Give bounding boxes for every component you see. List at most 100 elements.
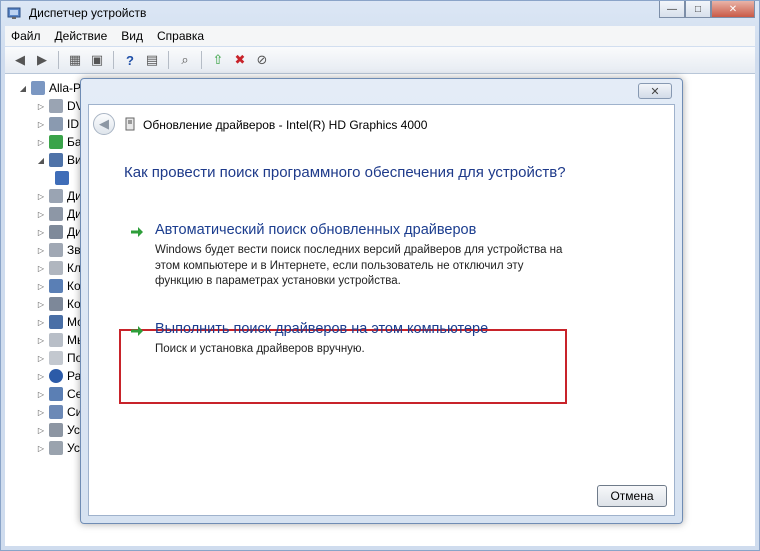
close-button[interactable]: ✕ [711, 1, 755, 18]
tree-item[interactable]: ▷ Се [37, 385, 82, 403]
tree-item[interactable]: ◢ Ви [37, 151, 82, 169]
toolbar-separator [201, 51, 202, 69]
help-icon[interactable]: ? [121, 51, 139, 69]
expand-icon[interactable]: ▷ [37, 336, 45, 345]
option-browse-computer[interactable]: Выполнить поиск драйверов на этом компью… [129, 321, 539, 361]
tree-item[interactable]: ▷ Ра [37, 367, 81, 385]
tree-item[interactable]: ▷ Кл [37, 259, 81, 277]
graphics-card-icon [125, 117, 135, 131]
expand-icon[interactable]: ▷ [37, 300, 45, 309]
tree-item[interactable] [55, 169, 73, 187]
expand-icon[interactable]: ▷ [37, 264, 45, 273]
forward-arrow-icon[interactable]: ▶ [33, 51, 51, 69]
tree-item[interactable]: ▷ Мо [37, 313, 84, 331]
computer-icon [49, 279, 63, 293]
expand-icon[interactable]: ▷ [37, 120, 45, 129]
tree-item[interactable]: ▷ Зв [37, 241, 81, 259]
tree-item-label: Ус [67, 423, 80, 437]
tree-item-label: Ко [67, 297, 81, 311]
maximize-button[interactable]: □ [685, 1, 711, 18]
back-button[interactable]: ◀ [93, 113, 115, 135]
device-icon [49, 423, 63, 437]
expand-icon[interactable]: ▷ [37, 246, 45, 255]
monitor-icon [49, 315, 63, 329]
disk-icon [49, 189, 63, 203]
dvd-icon [49, 99, 63, 113]
tree-item[interactable]: ▷ Ус [37, 439, 80, 457]
disk-icon [49, 207, 63, 221]
option-auto-search-description: Windows будет вести поиск последних верс… [155, 244, 563, 287]
usb-icon [49, 441, 63, 455]
expand-icon[interactable]: ▷ [37, 318, 45, 327]
dialog-question: Как провести поиск программного обеспече… [124, 164, 566, 181]
minimize-button[interactable]: — [659, 1, 685, 18]
tree-item[interactable]: ▷ Ди [37, 223, 82, 241]
tree-item[interactable]: ▷ Мы [37, 331, 86, 349]
tree-item-label: Кл [67, 261, 81, 275]
toolbar-separator [168, 51, 169, 69]
storage-icon [49, 225, 63, 239]
controller-icon [49, 297, 63, 311]
expand-icon[interactable]: ▷ [37, 354, 45, 363]
green-arrow-icon [131, 326, 143, 336]
collapse-icon[interactable]: ◢ [37, 156, 45, 165]
bluetooth-icon [49, 369, 63, 383]
option-auto-search-title: Автоматический поиск обновленных драйвер… [155, 222, 477, 238]
scan-hardware-icon[interactable]: ⌕ [176, 51, 194, 69]
expand-icon[interactable]: ▷ [37, 444, 45, 453]
tree-item[interactable]: ▷ Ди [37, 205, 82, 223]
view-icon[interactable]: ▤ [143, 51, 161, 69]
tree-item[interactable]: ▷ Ко [37, 277, 81, 295]
menu-action[interactable]: Действие [55, 29, 108, 43]
expand-icon[interactable]: ▷ [37, 210, 45, 219]
keyboard-icon [49, 261, 63, 275]
properties-icon[interactable]: ▦ [66, 51, 84, 69]
tree-item[interactable]: ▷ ID [37, 115, 79, 133]
expand-icon[interactable]: ▷ [37, 390, 45, 399]
back-arrow-icon[interactable]: ◀ [11, 51, 29, 69]
update-driver-icon[interactable]: ⇧ [209, 51, 227, 69]
tree-item[interactable]: ▷ DV [37, 97, 84, 115]
toolbar: ◀ ▶ ▦ ▣ ? ▤ ⌕ ⇧ ✖ ⊘ [5, 47, 755, 74]
mouse-icon [49, 333, 63, 347]
tree-item[interactable]: ▷ Си [37, 403, 82, 421]
option-browse-computer-description: Поиск и установка драйверов вручную. [155, 343, 365, 355]
window-controls: — □ ✕ [659, 1, 755, 18]
expand-icon[interactable]: ▷ [37, 372, 45, 381]
show-hidden-icon[interactable]: ▣ [88, 51, 106, 69]
window-title: Диспетчер устройств [29, 6, 147, 20]
tree-item[interactable]: ▷ Ус [37, 421, 80, 439]
tree-item[interactable]: ▷ Ба [37, 133, 82, 151]
ide-icon [49, 117, 63, 131]
computer-icon [31, 81, 45, 95]
device-manager-icon [7, 7, 21, 19]
expand-icon[interactable]: ▷ [37, 228, 45, 237]
tree-item[interactable]: ▷ Ди [37, 187, 82, 205]
menu-file[interactable]: Файл [11, 29, 41, 43]
tree-item-label: Ус [67, 441, 80, 455]
tree-root[interactable]: ◢ Alla-P [19, 79, 81, 97]
disable-icon[interactable]: ⊘ [253, 51, 271, 69]
option-auto-search[interactable]: Автоматический поиск обновленных драйвер… [129, 222, 562, 292]
menu-help[interactable]: Справка [157, 29, 204, 43]
expand-icon[interactable]: ▷ [37, 138, 45, 147]
dialog-content: ◀ Обновление драйверов - Intel(R) HD Gra… [88, 104, 675, 516]
system-icon [49, 405, 63, 419]
toolbar-separator [58, 51, 59, 69]
expand-icon[interactable]: ▷ [37, 102, 45, 111]
collapse-icon[interactable]: ◢ [19, 84, 27, 93]
tree-item[interactable]: ▷ Ко [37, 295, 81, 313]
title-bar[interactable]: Диспетчер устройств — □ ✕ [1, 1, 759, 25]
uninstall-icon[interactable]: ✖ [231, 51, 249, 69]
sound-icon [49, 243, 63, 257]
toolbar-separator [113, 51, 114, 69]
dialog-close-button[interactable]: ✕ [638, 83, 672, 99]
expand-icon[interactable]: ▷ [37, 192, 45, 201]
dialog-header-title: Обновление драйверов - Intel(R) HD Graph… [143, 118, 428, 132]
expand-icon[interactable]: ▷ [37, 426, 45, 435]
expand-icon[interactable]: ▷ [37, 408, 45, 417]
expand-icon[interactable]: ▷ [37, 282, 45, 291]
menu-view[interactable]: Вид [121, 29, 143, 43]
cancel-button[interactable]: Отмена [597, 485, 667, 507]
tree-item[interactable]: ▷ По [37, 349, 82, 367]
